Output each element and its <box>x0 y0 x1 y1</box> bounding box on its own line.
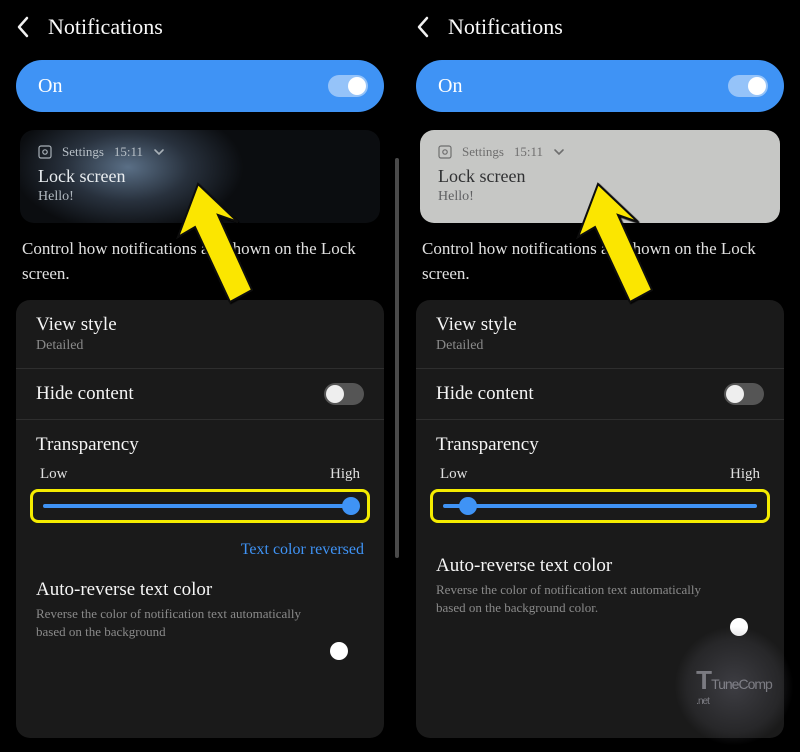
header: Notifications <box>0 0 400 52</box>
master-toggle-label: On <box>438 75 462 98</box>
transparency-slider-thumb[interactable] <box>342 497 360 515</box>
transparency-row: Transparency Low High <box>416 420 784 533</box>
auto-reverse-row[interactable]: Auto-reverse text color Reverse the colo… <box>416 545 784 616</box>
hide-content-row[interactable]: Hide content <box>416 369 784 420</box>
page-title: Notifications <box>48 14 163 40</box>
settings-app-icon <box>38 145 52 159</box>
back-icon[interactable] <box>16 16 30 38</box>
preview-title: Lock screen <box>38 166 362 187</box>
chevron-down-icon[interactable] <box>153 144 165 160</box>
view-style-label: View style <box>36 314 117 336</box>
transparency-slider-thumb[interactable] <box>459 497 477 515</box>
master-toggle-label: On <box>38 75 62 98</box>
preview-body: Hello! <box>438 189 762 205</box>
view-style-value: Detailed <box>436 338 517 354</box>
transparency-high-label: High <box>330 466 360 483</box>
view-style-label: View style <box>436 314 517 336</box>
text-color-reversed-link[interactable]: Text color reversed <box>16 533 384 569</box>
preview-time: 15:11 <box>114 144 143 160</box>
notification-preview: Settings 15:11 Lock screen Hello! <box>20 130 380 223</box>
transparency-slider[interactable] <box>443 504 757 508</box>
settings-pane-right: Notifications On Settings 15:11 Lock scr… <box>400 0 800 752</box>
section-description: Control how notifications are shown on t… <box>400 237 800 300</box>
settings-list: View style Detailed Hide content Transpa… <box>16 300 384 738</box>
scrollbar[interactable] <box>395 158 399 558</box>
hide-content-label: Hide content <box>436 383 534 405</box>
transparency-slider-highlight <box>30 489 370 523</box>
preview-time: 15:11 <box>514 144 543 160</box>
hide-content-row[interactable]: Hide content <box>16 369 384 420</box>
master-toggle-bar[interactable]: On <box>16 60 384 112</box>
hide-content-switch[interactable] <box>324 383 364 405</box>
auto-reverse-label: Auto-reverse text color <box>36 579 364 601</box>
transparency-label: Transparency <box>436 434 764 456</box>
section-description: Control how notifications are shown on t… <box>0 237 400 300</box>
transparency-low-label: Low <box>440 466 468 483</box>
notification-preview: Settings 15:11 Lock screen Hello! <box>420 130 780 223</box>
transparency-high-label: High <box>730 466 760 483</box>
hide-content-label: Hide content <box>36 383 134 405</box>
page-title: Notifications <box>448 14 563 40</box>
auto-reverse-label: Auto-reverse text color <box>436 555 764 577</box>
preview-app-name: Settings <box>62 144 104 160</box>
master-toggle-switch[interactable] <box>728 75 768 97</box>
settings-list: View style Detailed Hide content Transpa… <box>416 300 784 738</box>
back-icon[interactable] <box>416 16 430 38</box>
preview-body: Hello! <box>38 189 362 205</box>
master-toggle-bar[interactable]: On <box>416 60 784 112</box>
header: Notifications <box>400 0 800 52</box>
auto-reverse-desc: Reverse the color of notification text a… <box>36 605 364 640</box>
auto-reverse-row[interactable]: Auto-reverse text color Reverse the colo… <box>16 569 384 640</box>
transparency-slider[interactable] <box>43 504 357 508</box>
hide-content-switch[interactable] <box>724 383 764 405</box>
transparency-slider-highlight <box>430 489 770 523</box>
view-style-row[interactable]: View style Detailed <box>16 300 384 369</box>
transparency-row: Transparency Low High <box>16 420 384 533</box>
view-style-row[interactable]: View style Detailed <box>416 300 784 369</box>
settings-pane-left: Notifications On Settings 15:11 Lock scr… <box>0 0 400 752</box>
transparency-low-label: Low <box>40 466 68 483</box>
chevron-down-icon[interactable] <box>553 144 565 160</box>
settings-app-icon <box>438 145 452 159</box>
view-style-value: Detailed <box>36 338 117 354</box>
transparency-label: Transparency <box>36 434 364 456</box>
auto-reverse-desc: Reverse the color of notification text a… <box>436 581 764 616</box>
preview-app-name: Settings <box>462 144 504 160</box>
preview-title: Lock screen <box>438 166 762 187</box>
master-toggle-switch[interactable] <box>328 75 368 97</box>
